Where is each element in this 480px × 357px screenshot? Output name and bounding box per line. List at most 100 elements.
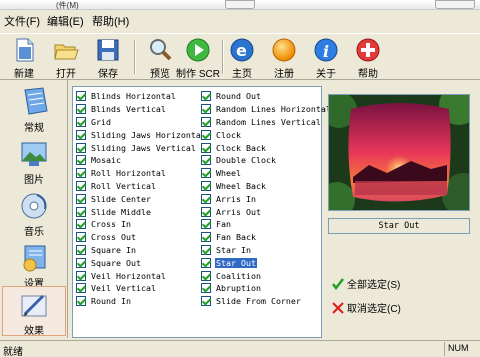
effect-checkbox[interactable] [201, 257, 211, 268]
effect-checkbox[interactable] [76, 180, 86, 191]
effect-checkbox[interactable] [76, 206, 86, 217]
sidebar-item-general[interactable]: 常规 [2, 84, 66, 134]
document-gear-icon [17, 87, 51, 117]
effects-list[interactable]: Blinds Horizontal Blinds Vertical Grid Slid… [72, 86, 331, 338]
sidebar-item-effects[interactable]: 效果 [2, 286, 66, 337]
effect-label: Fan [216, 219, 231, 230]
effect-checkbox[interactable] [76, 129, 86, 140]
effect-checkbox[interactable] [76, 296, 86, 307]
effect-label: Mosaic [91, 155, 121, 166]
list-item[interactable]: Sliding Jaws Horizontal [76, 128, 207, 141]
sidebar-item-music[interactable]: 音乐 [2, 188, 66, 238]
effect-checkbox[interactable] [76, 244, 86, 255]
effect-checkbox[interactable] [201, 283, 211, 294]
effect-checkbox[interactable] [76, 168, 86, 179]
list-item[interactable]: Arris In [201, 192, 332, 205]
effect-checkbox[interactable] [201, 296, 211, 307]
open-button[interactable]: 打开 [46, 36, 86, 80]
effect-checkbox[interactable] [201, 180, 211, 191]
effect-checkbox[interactable] [201, 155, 211, 166]
list-item[interactable]: Fan [201, 218, 332, 231]
effect-checkbox[interactable] [201, 244, 211, 255]
effect-checkbox[interactable] [76, 257, 86, 268]
effect-checkbox[interactable] [76, 104, 86, 115]
menu-help[interactable]: 帮助(H) [92, 13, 129, 29]
list-item[interactable]: Slide Center [76, 192, 207, 205]
effect-checkbox[interactable] [201, 168, 211, 179]
effect-checkbox[interactable] [76, 193, 86, 204]
effect-checkbox[interactable] [76, 142, 86, 153]
list-item[interactable]: Square In [76, 244, 207, 257]
help-button[interactable]: 帮助 [348, 36, 388, 80]
effect-checkbox[interactable] [76, 219, 86, 230]
effect-checkbox[interactable] [201, 104, 211, 115]
effect-checkbox[interactable] [76, 155, 86, 166]
list-item[interactable]: Round Out [201, 90, 332, 103]
list-item[interactable]: Sliding Jaws Vertical [76, 141, 207, 154]
list-item[interactable]: Coalition [201, 269, 332, 282]
list-item[interactable]: Round In [76, 295, 207, 308]
list-item[interactable]: Clock [201, 128, 332, 141]
list-item[interactable]: Blinds Horizontal [76, 90, 207, 103]
list-item[interactable]: Wheel Back [201, 180, 332, 193]
effect-checkbox[interactable] [201, 219, 211, 230]
effect-label: Fan Back [216, 232, 256, 243]
list-item[interactable]: Slide From Corner [201, 295, 332, 308]
list-item[interactable]: Roll Vertical [76, 180, 207, 193]
toolbar: 新建 打开 保存 预览 制作 SCR e 主页 注册 i 关于 帮助 [0, 34, 480, 80]
list-item[interactable]: Mosaic [76, 154, 207, 167]
effect-checkbox[interactable] [201, 232, 211, 243]
effect-label: Star Out [215, 257, 257, 268]
list-item[interactable]: Grid [76, 116, 207, 129]
list-item[interactable]: Roll Horizontal [76, 167, 207, 180]
list-item[interactable]: Star In [201, 244, 332, 257]
preview-button[interactable]: 预览 [140, 36, 180, 80]
sidebar-item-settings[interactable]: 设置 [2, 240, 66, 290]
effect-checkbox[interactable] [201, 129, 211, 140]
new-button[interactable]: 新建 [4, 36, 44, 80]
effect-label: Square Out [91, 257, 141, 268]
effect-checkbox[interactable] [76, 91, 86, 102]
select-all-button[interactable]: 全部选定(S) [332, 276, 400, 291]
list-item[interactable]: Veil Vertical [76, 282, 207, 295]
effect-checkbox[interactable] [76, 232, 86, 243]
window-control-button[interactable] [435, 0, 475, 9]
list-item[interactable]: Fan Back [201, 231, 332, 244]
list-item[interactable]: Blinds Vertical [76, 103, 207, 116]
effect-checkbox[interactable] [201, 206, 211, 217]
list-item[interactable]: Random Lines Vertical [201, 116, 332, 129]
list-item[interactable]: Square Out [76, 256, 207, 269]
list-item[interactable]: Slide Middle [76, 205, 207, 218]
list-item[interactable]: Cross In [76, 218, 207, 231]
preview-effect-name: Star Out [328, 218, 470, 234]
effect-checkbox[interactable] [201, 193, 211, 204]
list-item[interactable]: Random Lines Horizontal [201, 103, 332, 116]
register-button[interactable]: 注册 [264, 36, 304, 80]
list-item[interactable]: Wheel [201, 167, 332, 180]
menu-edit[interactable]: 编辑(E) [47, 13, 84, 29]
effect-checkbox[interactable] [76, 116, 86, 127]
menu-file[interactable]: 文件(F) [4, 13, 40, 29]
title-button[interactable] [225, 0, 255, 9]
list-item[interactable]: Double Clock [201, 154, 332, 167]
effect-label: Sliding Jaws Horizontal [91, 129, 206, 140]
effect-checkbox[interactable] [201, 116, 211, 127]
effect-checkbox[interactable] [76, 270, 86, 281]
save-button[interactable]: 保存 [88, 36, 128, 80]
list-item[interactable]: Arris Out [201, 205, 332, 218]
sidebar-item-pictures[interactable]: 图片 [2, 136, 66, 186]
play-icon [185, 37, 211, 63]
effect-checkbox[interactable] [201, 91, 211, 102]
effect-checkbox[interactable] [201, 142, 211, 153]
list-item[interactable]: Clock Back [201, 141, 332, 154]
deselect-all-button[interactable]: 取消选定(C) [332, 300, 401, 315]
make-scr-button[interactable]: 制作 SCR [176, 36, 220, 80]
homepage-button[interactable]: e 主页 [222, 36, 262, 80]
list-item[interactable]: Cross Out [76, 231, 207, 244]
list-item[interactable]: Veil Horizontal [76, 269, 207, 282]
list-item[interactable]: Star Out [201, 256, 332, 269]
about-button[interactable]: i 关于 [306, 36, 346, 80]
list-item[interactable]: Abruption [201, 282, 332, 295]
effect-checkbox[interactable] [76, 283, 86, 294]
effect-checkbox[interactable] [201, 270, 211, 281]
